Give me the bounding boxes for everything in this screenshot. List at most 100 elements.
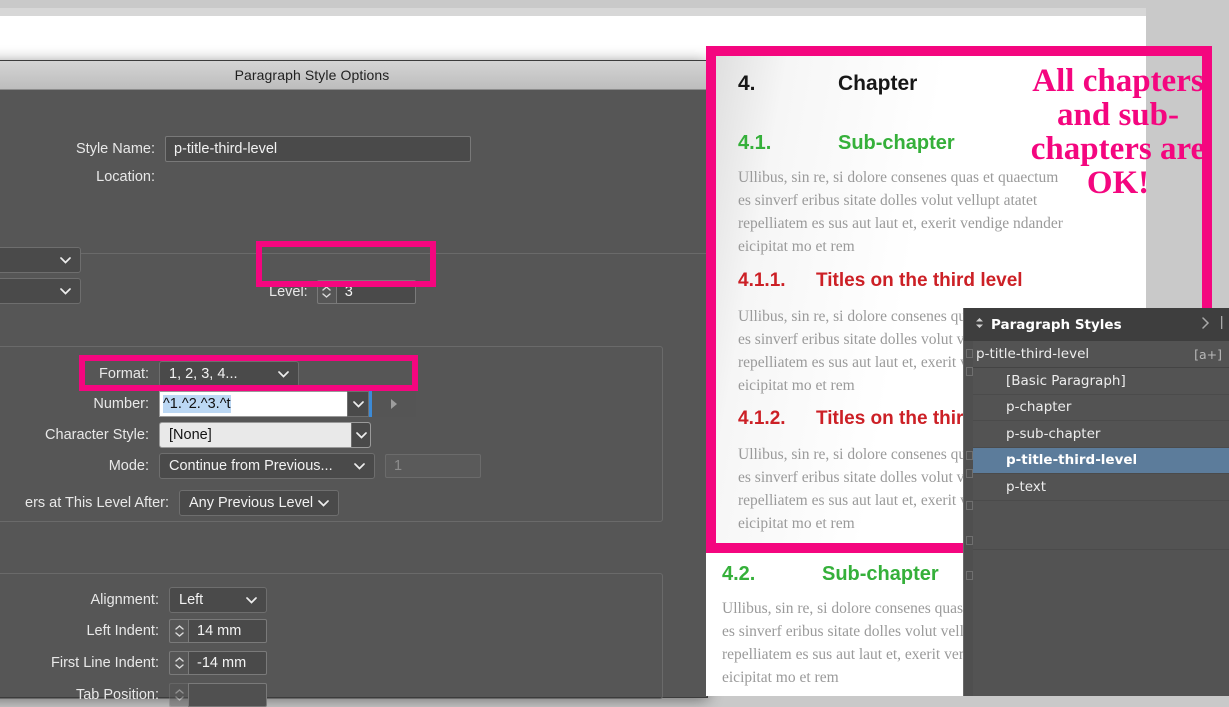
- annotation-text: All chapters and sub-chapters are OK!: [1030, 63, 1206, 201]
- chevron-down-icon: [314, 499, 332, 507]
- character-style-row: Character Style: [None]: [0, 422, 371, 448]
- paragraph-styles-panel: Paragraph Styles p-title-third-level [a+…: [963, 308, 1229, 696]
- format-value: 1, 2, 3, 4...: [169, 366, 238, 382]
- location-label: Location:: [96, 169, 155, 185]
- current-style-row[interactable]: p-title-third-level [a+]: [964, 341, 1229, 368]
- alignment-select[interactable]: Left: [169, 587, 267, 613]
- heading-third-level-2-number: 4.1.2.: [738, 408, 786, 429]
- dialog-titlebar[interactable]: Paragraph Style Options: [0, 61, 707, 90]
- left-indent-label: Left Indent:: [86, 623, 159, 639]
- style-list-item-label: p-title-third-level: [1006, 452, 1138, 469]
- dock-icon[interactable]: [966, 501, 973, 510]
- heading-sub-chapter-1-title: Sub-chapter: [838, 132, 955, 154]
- number-label: Number:: [93, 396, 149, 412]
- dock-icon[interactable]: [966, 536, 973, 545]
- tab-paragraph-styles[interactable]: Paragraph Styles: [964, 308, 1136, 341]
- left-indent-row: Left Indent: 14 mm: [0, 619, 267, 643]
- divider-top: [0, 253, 707, 254]
- panel-menu-icon[interactable]: [975, 317, 984, 333]
- heading-third-level-2: 4.1.2. Titles on the thir: [738, 408, 963, 430]
- chevron-down-icon: [274, 370, 292, 378]
- heading-chapter: 4. Chapter: [738, 72, 917, 96]
- style-name-input[interactable]: p-title-third-level: [165, 136, 471, 162]
- restart-label: ers at This Level After:: [25, 495, 169, 511]
- style-list-item-label: p-sub-chapter: [1006, 425, 1101, 442]
- style-list-item-p-chapter[interactable]: p-chapter: [964, 395, 1229, 421]
- alignment-label: Alignment:: [90, 592, 159, 608]
- restart-select[interactable]: Any Previous Level: [179, 490, 339, 516]
- restart-row: ers at This Level After: Any Previous Le…: [0, 490, 339, 516]
- heading-third-level-2-title: Titles on the thir: [816, 408, 964, 429]
- character-style-value: [None]: [169, 427, 212, 443]
- list-type-select[interactable]: umbers: [0, 247, 81, 273]
- dock-icon[interactable]: [966, 451, 973, 460]
- number-insert-special-button[interactable]: [372, 391, 416, 417]
- panel-expand-icon[interactable]: [1201, 316, 1210, 334]
- number-input[interactable]: ^1.^2.^3.^t: [159, 391, 347, 417]
- heading-third-level-1-title: Titles on the third level: [816, 270, 1023, 291]
- style-name-label: Style Name:: [76, 141, 155, 157]
- mode-select[interactable]: Continue from Previous...: [159, 453, 375, 479]
- level-row: Level: 3: [269, 280, 416, 304]
- paragraph-style-options-dialog: Paragraph Style Options Style Name: p-ti…: [0, 60, 708, 707]
- mode-row: Mode: Continue from Previous... 1: [0, 453, 481, 479]
- first-line-indent-label: First Line Indent:: [51, 655, 159, 671]
- first-line-indent-row: First Line Indent: -14 mm: [0, 651, 267, 675]
- style-list-item-p-title-third-level[interactable]: p-title-third-level: [964, 447, 1229, 474]
- mode-number-input[interactable]: 1: [385, 454, 481, 478]
- chevron-down-icon: [56, 256, 74, 264]
- heading-sub-chapter-1-number: 4.1.: [738, 132, 772, 154]
- chevron-down-icon: [242, 596, 260, 604]
- format-row: Format: 1, 2, 3, 4...: [0, 361, 299, 387]
- format-select[interactable]: 1, 2, 3, 4...: [159, 361, 299, 387]
- tab-position-input[interactable]: [188, 683, 267, 707]
- tab-position-label: Tab Position:: [75, 687, 159, 703]
- chevron-down-icon: [350, 462, 368, 470]
- left-indent-input[interactable]: 14 mm: [188, 619, 267, 643]
- mode-label: Mode:: [108, 458, 149, 474]
- location-row: Location:: [0, 169, 155, 185]
- panel-dock-gutter: [964, 341, 973, 696]
- alignment-value: Left: [179, 592, 204, 608]
- level-input[interactable]: 3: [335, 280, 416, 304]
- window-top-shadow: [0, 8, 1146, 16]
- panel-menu-bars-icon[interactable]: [1220, 315, 1223, 334]
- style-list-item-p-sub-chapter[interactable]: p-sub-chapter: [964, 421, 1229, 448]
- alignment-row: Alignment: Left: [0, 587, 267, 613]
- list-select[interactable]: Default]: [0, 278, 81, 304]
- number-dropdown-button[interactable]: [347, 391, 369, 417]
- current-style-label: p-title-third-level: [976, 346, 1090, 362]
- dock-icon[interactable]: [966, 367, 973, 376]
- heading-sub-chapter-1: 4.1. Sub-chapter: [738, 132, 955, 155]
- first-line-indent-input[interactable]: -14 mm: [188, 651, 267, 675]
- style-list-empty-area: [964, 501, 1229, 550]
- chevron-down-icon: [56, 287, 74, 295]
- first-line-indent-stepper[interactable]: [169, 651, 188, 675]
- tab-position-stepper[interactable]: [169, 683, 188, 707]
- panel-tabbar-actions: [1201, 308, 1229, 341]
- heading-third-level-1-number: 4.1.1.: [738, 270, 786, 291]
- document-preview-page-bottom: 4.2. Sub-chapter Ullibus, sin re, si dol…: [706, 553, 1047, 696]
- dock-icon[interactable]: [966, 469, 973, 478]
- character-style-select[interactable]: [None]: [159, 422, 371, 448]
- panel-tabbar: Paragraph Styles: [964, 308, 1229, 341]
- dialog-body: Style Name: p-title-third-level Location…: [0, 90, 707, 707]
- style-list-item-label: p-chapter: [1006, 399, 1072, 416]
- heading-sub-chapter-2: 4.2. Sub-chapter: [722, 563, 939, 586]
- dock-icon[interactable]: [966, 571, 973, 580]
- dock-icon[interactable]: [966, 349, 973, 358]
- style-list-item-basic-paragraph[interactable]: [Basic Paragraph]: [964, 368, 1229, 395]
- level-stepper[interactable]: [316, 280, 336, 304]
- format-label: Format:: [99, 366, 149, 382]
- style-list-item-label: [Basic Paragraph]: [1006, 372, 1126, 389]
- left-indent-stepper[interactable]: [169, 619, 188, 643]
- dialog-title: Paragraph Style Options: [234, 67, 390, 83]
- heading-sub-chapter-2-number: 4.2.: [722, 563, 756, 585]
- restart-value: Any Previous Level: [189, 495, 314, 511]
- style-list-item-p-text[interactable]: p-text: [964, 474, 1229, 501]
- body-line: eicipitat mo et rem: [738, 238, 855, 255]
- tab-paragraph-styles-label: Paragraph Styles: [991, 316, 1122, 333]
- style-list-item-label: p-text: [1006, 478, 1047, 495]
- current-style-badge: [a+]: [1194, 346, 1222, 362]
- heading-chapter-title: Chapter: [838, 72, 918, 95]
